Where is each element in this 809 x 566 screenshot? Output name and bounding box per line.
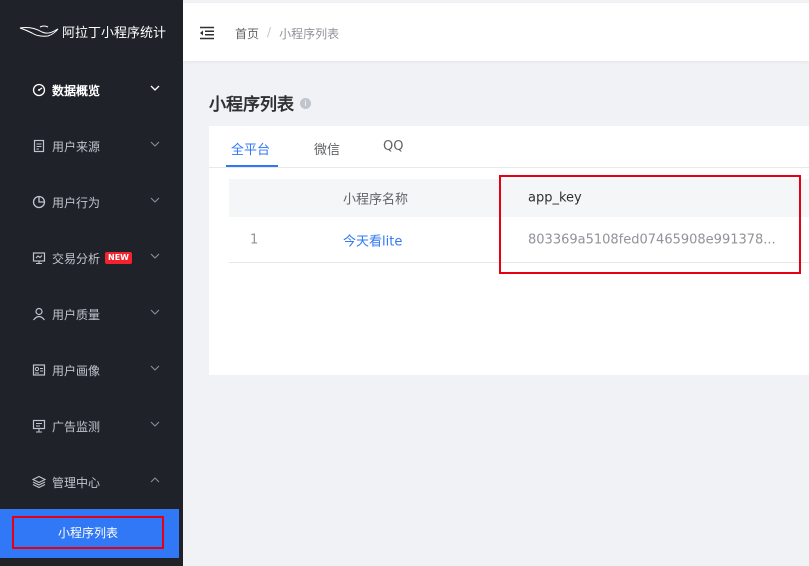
- menu-fold-icon[interactable]: [199, 25, 215, 40]
- breadcrumb-separator: /: [267, 25, 272, 39]
- active-tab-indicator: [226, 165, 278, 167]
- highlight-box-sidebar: 小程序列表: [12, 516, 164, 549]
- new-badge: NEW: [105, 252, 132, 264]
- sidebar-item-transaction-analysis[interactable]: 交易分析 NEW: [0, 230, 183, 286]
- billboard-icon: [32, 419, 46, 433]
- tab-all-platforms[interactable]: 全平台: [231, 139, 270, 158]
- miniprogram-name-link[interactable]: 今天看lite: [343, 230, 402, 249]
- document-icon: [32, 139, 46, 153]
- chevron-down-icon: [149, 250, 161, 262]
- platform-tabs: 全平台 微信 QQ: [209, 126, 809, 168]
- sidebar-item-label: 管理中心: [52, 475, 101, 490]
- sidebar-item-user-profile[interactable]: 用户画像: [0, 342, 183, 398]
- lamp-logo-icon: [19, 25, 59, 37]
- sidebar: 阿拉丁小程序统计 数据概览 用户来源 用户行为 交易分析 NEW 用户质量 用户…: [0, 0, 183, 566]
- column-header-name: 小程序名称: [343, 192, 409, 208]
- chevron-up-icon: [149, 474, 161, 486]
- sidebar-subitem-label: 小程序列表: [57, 526, 118, 540]
- chevron-down-icon: [149, 138, 161, 150]
- dashboard-icon: [32, 83, 46, 97]
- chevron-down-icon: [149, 418, 161, 430]
- sidebar-item-user-source[interactable]: 用户来源: [0, 118, 183, 174]
- breadcrumb-current: 小程序列表: [279, 27, 340, 41]
- sidebar-item-label: 用户画像: [52, 363, 101, 378]
- sidebar-item-overview[interactable]: 数据概览: [0, 62, 183, 118]
- breadcrumb-home[interactable]: 首页: [235, 25, 259, 42]
- sidebar-item-ad-monitoring[interactable]: 广告监测: [0, 398, 183, 454]
- tab-wechat[interactable]: 微信: [314, 139, 340, 158]
- app-key-value[interactable]: 803369a5108fed07465908e991378...: [528, 232, 776, 247]
- sidebar-item-label: 数据概览: [52, 83, 101, 98]
- pie-chart-icon: [32, 195, 46, 209]
- app-title: 阿拉丁小程序统计: [62, 25, 167, 41]
- app-logo[interactable]: 阿拉丁小程序统计: [0, 0, 183, 62]
- chevron-down-icon: [149, 362, 161, 374]
- top-header: 首页 / 小程序列表: [183, 3, 809, 61]
- miniprogram-table: 小程序名称 app_key 1 今天看lite 803369a5108fed07…: [229, 179, 809, 263]
- table-row: 1 今天看lite 803369a5108fed07465908e991378.…: [229, 217, 809, 263]
- sidebar-item-label: 交易分析: [52, 251, 101, 266]
- chevron-down-icon: [149, 82, 161, 94]
- chevron-down-icon: [149, 194, 161, 206]
- page-title: 小程序列表 i: [209, 90, 311, 115]
- user-icon: [32, 307, 46, 321]
- sidebar-subitem-miniprogram-list[interactable]: 小程序列表: [0, 509, 179, 558]
- sidebar-item-label: 用户质量: [52, 307, 101, 322]
- monitor-icon: [32, 251, 46, 265]
- column-header-app-key: app_key: [528, 190, 582, 206]
- sidebar-item-label: 用户来源: [52, 139, 101, 154]
- content-card: 全平台 微信 QQ 小程序名称 app_key 1 今天看lite 803369…: [209, 126, 809, 375]
- tab-qq[interactable]: QQ: [383, 139, 403, 154]
- sidebar-item-label: 广告监测: [52, 419, 101, 434]
- row-index: 1: [250, 232, 259, 247]
- profile-card-icon: [32, 363, 46, 377]
- page-title-text: 小程序列表: [209, 95, 294, 115]
- sidebar-item-user-quality[interactable]: 用户质量: [0, 286, 183, 342]
- table-header: 小程序名称 app_key: [229, 179, 809, 217]
- sidebar-item-management-center[interactable]: 管理中心: [0, 454, 183, 510]
- info-icon[interactable]: i: [300, 98, 311, 109]
- sidebar-item-label: 用户行为: [52, 195, 101, 210]
- chevron-down-icon: [149, 306, 161, 318]
- breadcrumb: 首页 / 小程序列表: [235, 25, 339, 42]
- layers-icon: [32, 475, 46, 489]
- sidebar-item-user-behavior[interactable]: 用户行为: [0, 174, 183, 230]
